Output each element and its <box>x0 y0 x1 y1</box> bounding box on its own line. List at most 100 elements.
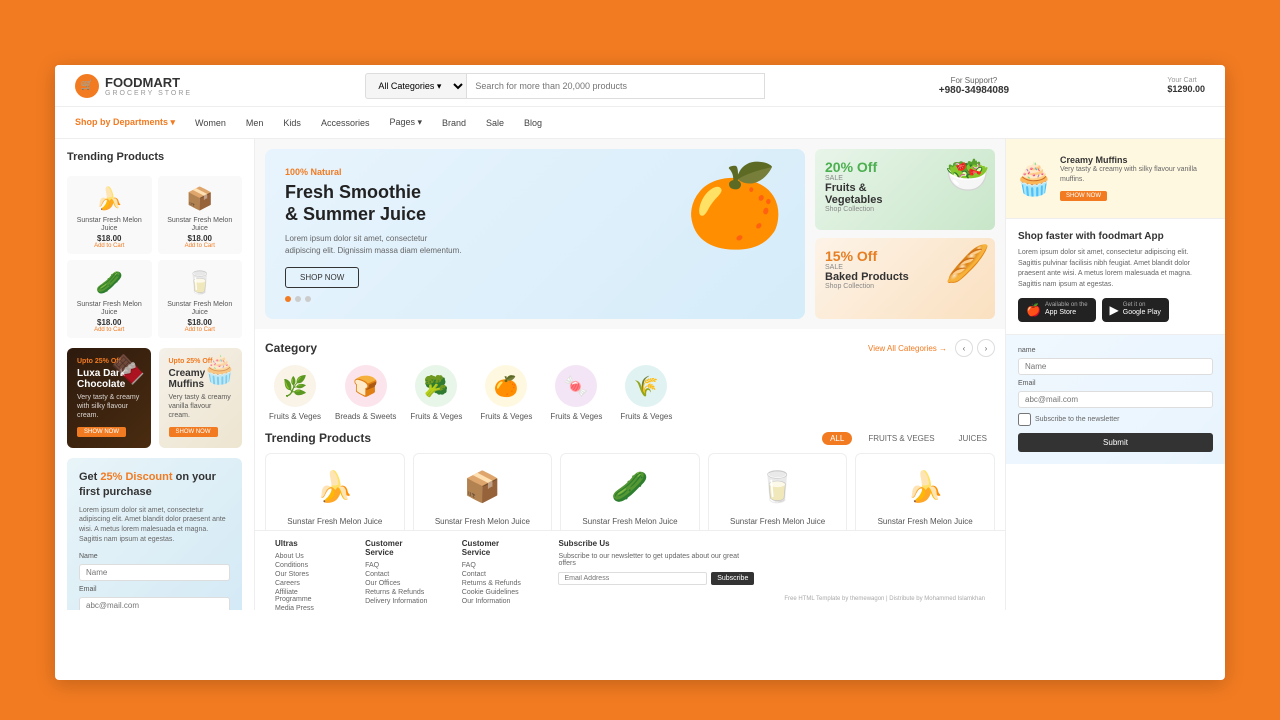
footer-cookies[interactable]: Cookie Guidelines <box>462 589 529 596</box>
nav-sale[interactable]: Sale <box>486 118 504 128</box>
right-form-section: name Email Subscribe to the newsletter S… <box>1006 335 1225 464</box>
promo-dark-desc: Very tasty & creamy with silky flavour c… <box>77 393 141 420</box>
footer-credits: Free HTML Template by themewagon | Distr… <box>784 596 985 602</box>
hero-shop-btn[interactable]: SHOP NOW <box>285 267 359 288</box>
right-email-input[interactable] <box>1018 391 1213 408</box>
nav-accessories[interactable]: Accessories <box>321 118 370 128</box>
category-fruits-veges-4[interactable]: 🍬 Fruits & Veges <box>546 365 606 421</box>
categories-header: Category View All Categories → ‹ › <box>265 339 995 357</box>
footer-affiliate[interactable]: Affiliate Programme <box>275 589 335 603</box>
promo-cream-desc: Very tasty & creamy vanilla flavour crea… <box>169 393 233 420</box>
discount-email-input[interactable] <box>79 597 230 610</box>
mini-img-1: 🍌 <box>89 181 129 217</box>
tab-fruits-veges[interactable]: FRUITS & VEGES <box>860 432 942 445</box>
footer-careers[interactable]: Careers <box>275 580 335 587</box>
footer-faq-1[interactable]: FAQ <box>365 562 432 569</box>
app-store-text: Available on the App Store <box>1045 302 1088 318</box>
cat-name-3: Fruits & Veges <box>410 412 462 421</box>
footer-contact-2[interactable]: Contact <box>462 571 529 578</box>
google-play-btn[interactable]: ▶ Get it on Google Play <box>1102 298 1169 322</box>
mini-name-4: Sunstar Fresh Melon Juice <box>163 301 238 318</box>
product-name-1: Sunstar Fresh Melon Juice <box>274 517 396 527</box>
tab-juices[interactable]: JUICES <box>951 432 995 445</box>
content-wrapper: Trending Products 🍌 Sunstar Fresh Melon … <box>55 139 1225 610</box>
logo-text: FOODMART <box>105 75 192 90</box>
category-fruits-veges-2[interactable]: 🥦 Fruits & Veges <box>406 365 466 421</box>
search-input[interactable] <box>466 73 765 99</box>
mini-add-2[interactable]: Add to Cart <box>163 243 238 249</box>
right-checkbox[interactable] <box>1018 413 1031 426</box>
app-buttons: 🍎 Available on the App Store ▶ Get it on… <box>1018 298 1213 322</box>
hero-dot-3[interactable] <box>305 296 311 302</box>
product-mini-grid: 🍌 Sunstar Fresh Melon Juice $18.00 Add t… <box>67 176 242 338</box>
discount-name-input[interactable] <box>79 564 230 581</box>
right-name-input[interactable] <box>1018 358 1213 375</box>
mini-add-4[interactable]: Add to Cart <box>163 327 238 333</box>
promo-cream-muffins: Upto 25% Off Creamy Muffins Very tasty &… <box>159 348 243 448</box>
app-section-desc: Lorem ipsum dolor sit amet, consectetur … <box>1018 248 1213 290</box>
footer-email-input[interactable] <box>558 572 707 585</box>
nav-blog[interactable]: Blog <box>524 118 542 128</box>
cart-info: Your Cart $1290.00 <box>1167 77 1205 94</box>
right-email-field: Email <box>1018 380 1213 408</box>
mini-add-1[interactable]: Add to Cart <box>72 243 147 249</box>
nav-brand[interactable]: Brand <box>442 118 466 128</box>
right-promo-top: 🧁 Creamy Muffins Very tasty & creamy wit… <box>1006 139 1225 219</box>
promo-cream-img: 🧁 <box>202 353 237 386</box>
category-fruits-veges-5[interactable]: 🌾 Fruits & Veges <box>616 365 676 421</box>
footer-media[interactable]: Media Press <box>275 605 335 610</box>
app-section: Shop faster with foodmart App Lorem ipsu… <box>1006 219 1225 335</box>
hero-dot-1[interactable] <box>285 296 291 302</box>
trending-products-title: Trending Products <box>265 431 371 445</box>
mini-name-3: Sunstar Fresh Melon Juice <box>72 301 147 318</box>
left-sidebar: Trending Products 🍌 Sunstar Fresh Melon … <box>55 139 255 610</box>
nav-men[interactable]: Men <box>246 118 264 128</box>
categories-title: Category <box>265 341 317 355</box>
site-header: 🛒 FOODMART GROCERY STORE All Categories … <box>55 65 1225 107</box>
trending-products-header: Trending Products ALL FRUITS & VEGES JUI… <box>265 431 995 445</box>
categories-prev-arrow[interactable]: ‹ <box>955 339 973 357</box>
right-submit-btn[interactable]: Submit <box>1018 433 1213 452</box>
nav-pages[interactable]: Pages ▾ <box>389 117 422 128</box>
footer-conditions[interactable]: Conditions <box>275 562 335 569</box>
header-search: All Categories ▾ <box>365 73 765 99</box>
footer-subscribe-btn[interactable]: Subscribe <box>711 572 754 585</box>
side-shop-1[interactable]: Shop Collection <box>825 206 985 213</box>
promo-dark-btn[interactable]: SHOW NOW <box>77 427 126 437</box>
view-all-categories[interactable]: View All Categories → <box>868 344 947 353</box>
mini-add-3[interactable]: Add to Cart <box>72 327 147 333</box>
footer-delivery[interactable]: Delivery Information <box>365 598 432 605</box>
mini-img-2: 📦 <box>180 181 220 217</box>
nav-shop-departments[interactable]: Shop by Departments ▾ <box>75 117 175 128</box>
app-store-btn[interactable]: 🍎 Available on the App Store <box>1018 298 1096 322</box>
hero-dot-2[interactable] <box>295 296 301 302</box>
product-name-5: Sunstar Fresh Melon Juice <box>864 517 986 527</box>
app-section-title: Shop faster with foodmart App <box>1018 231 1213 242</box>
footer-our-info[interactable]: Our Information <box>462 598 529 605</box>
footer-faq-2[interactable]: FAQ <box>462 562 529 569</box>
trending-tabs: ALL FRUITS & VEGES JUICES <box>822 432 995 445</box>
promo-cream-btn[interactable]: SHOW NOW <box>169 427 218 437</box>
nav-kids[interactable]: Kids <box>283 118 301 128</box>
category-fruits-veges-1[interactable]: 🌿 Fruits & Veges <box>265 365 325 421</box>
footer-our-stores[interactable]: Our Stores <box>275 571 335 578</box>
footer-col-subscribe: Subscribe Us Subscribe to our newsletter… <box>558 539 754 602</box>
category-fruits-veges-3[interactable]: 🍊 Fruits & Veges <box>476 365 536 421</box>
footer-returns-2[interactable]: Returns & Refunds <box>462 580 529 587</box>
category-select[interactable]: All Categories ▾ <box>365 73 466 99</box>
footer-returns-1[interactable]: Returns & Refunds <box>365 589 432 596</box>
footer-offices[interactable]: Our Offices <box>365 580 432 587</box>
right-promo-btn[interactable]: SHOW NOW <box>1060 191 1107 201</box>
hero-side: 20% Off SALE Fruits &Vegetables Shop Col… <box>815 149 995 319</box>
footer-col-customer-service-2: Customer Service FAQ Contact Returns & R… <box>462 539 529 602</box>
nav-women[interactable]: Women <box>195 118 226 128</box>
categories-next-arrow[interactable]: › <box>977 339 995 357</box>
product-name-2: Sunstar Fresh Melon Juice <box>422 517 544 527</box>
tab-all[interactable]: ALL <box>822 432 852 445</box>
promo-dark-chocolate: Upto 25% Off Luxa Dark Chocolate Very ta… <box>67 348 151 448</box>
footer-col-ultras: Ultras About Us Conditions Our Stores Ca… <box>275 539 335 602</box>
product-card-2: 📦 Sunstar Fresh Melon Juice ★ 4.5 $20.00… <box>413 453 553 530</box>
category-breads-sweets[interactable]: 🍞 Breads & Sweets <box>335 365 396 421</box>
footer-about[interactable]: About Us <box>275 553 335 560</box>
footer-contact-1[interactable]: Contact <box>365 571 432 578</box>
